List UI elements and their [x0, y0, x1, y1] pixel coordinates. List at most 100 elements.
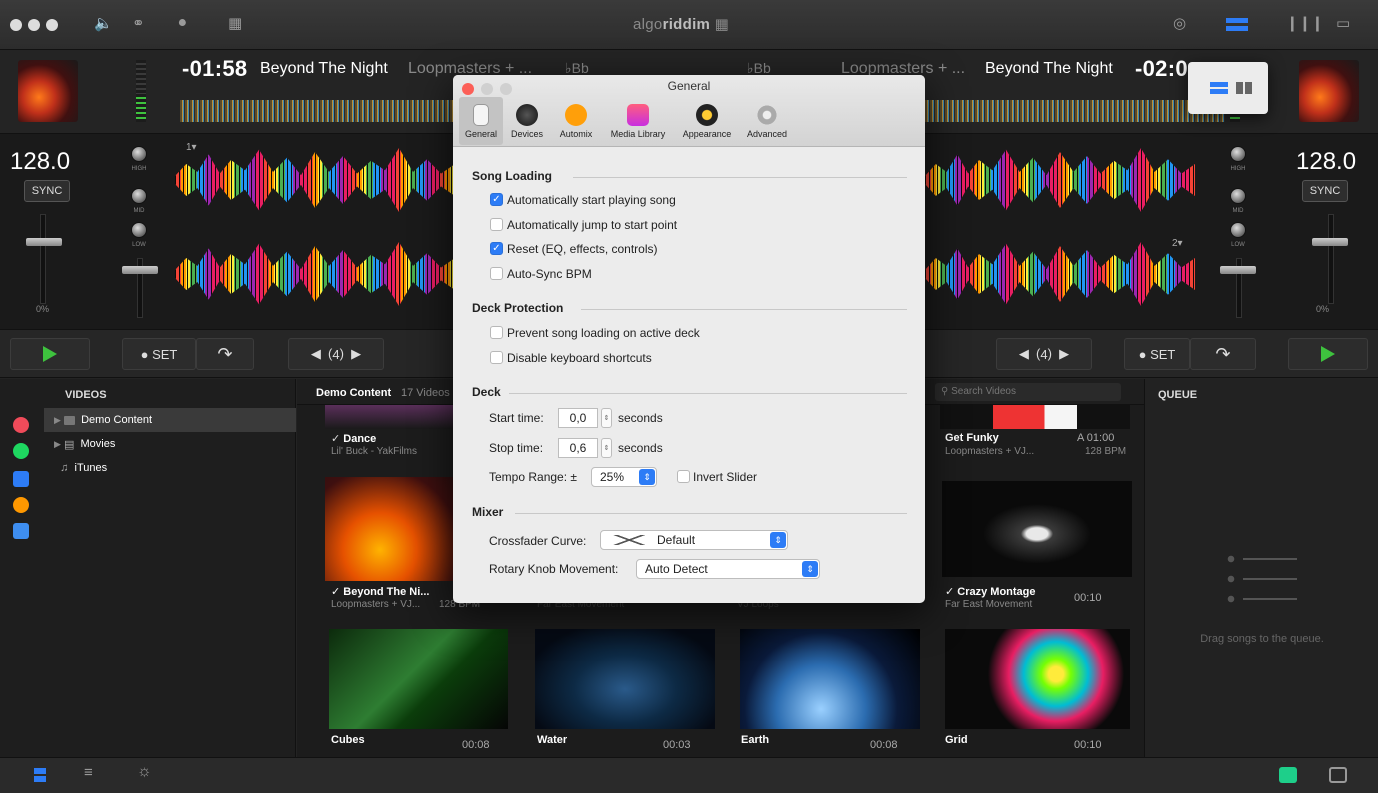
deck2-sync-button[interactable]: SYNC	[1302, 180, 1348, 202]
tile-crazy-thumb[interactable]	[942, 481, 1132, 577]
tile-get-funky-thumb[interactable]	[940, 405, 1130, 429]
tile-beyond-name[interactable]: ✓ Beyond The Ni...	[331, 585, 429, 598]
deck2-play-button[interactable]	[1288, 338, 1368, 370]
tile-grid-thumb[interactable]	[945, 629, 1130, 729]
deck2-artwork[interactable]	[1299, 60, 1359, 122]
deck2-loop-control[interactable]: ◀ (4) ▶	[996, 338, 1092, 370]
tile-water-name[interactable]: Water	[537, 734, 567, 746]
tab-media-library[interactable]: Media Library	[601, 97, 675, 145]
start-time-field[interactable]: 0,0	[558, 408, 598, 428]
volume-icon[interactable]: 🔈	[94, 14, 113, 32]
deck2-eq-low-knob[interactable]	[1230, 222, 1246, 238]
tile-crazy-name[interactable]: ✓ Crazy Montage	[945, 585, 1036, 598]
tab-advanced[interactable]: Advanced	[739, 97, 795, 145]
finder-icon[interactable]	[13, 523, 29, 539]
checkbox-invert-slider[interactable]	[677, 470, 690, 483]
checkbox-prevent-loading[interactable]	[490, 326, 503, 339]
tile-get-funky-name[interactable]: Get Funky	[945, 432, 999, 444]
label-auto-play[interactable]: Automatically start playing song	[507, 193, 676, 207]
layout-list-icon[interactable]	[1226, 18, 1248, 32]
tile-earth-thumb[interactable]	[740, 629, 920, 729]
label-auto-jump[interactable]: Automatically jump to start point	[507, 218, 677, 232]
library-view-icon[interactable]	[34, 768, 46, 784]
label-disable-shortcuts[interactable]: Disable keyboard shortcuts	[507, 351, 652, 365]
headphones-icon[interactable]: ⚭	[132, 14, 145, 32]
record-icon[interactable]: ◎	[1173, 14, 1186, 32]
start-time-stepper[interactable]: ⇕	[601, 408, 612, 428]
deck1-overview-waveform[interactable]	[180, 100, 460, 122]
tile-cubes-thumb[interactable]	[329, 629, 508, 729]
tile-water-thumb[interactable]	[535, 629, 715, 729]
deck1-eq-mid-knob[interactable]	[131, 188, 147, 204]
checkbox-auto-play[interactable]: ✓	[490, 193, 503, 206]
screen-icon[interactable]: ▭	[1336, 14, 1350, 32]
sidebar-item-movies[interactable]: ▶ ▤ Movies	[44, 432, 296, 456]
spotify-icon[interactable]	[13, 443, 29, 459]
tab-automix[interactable]: Automix	[551, 97, 601, 145]
deck1-waveform[interactable]	[175, 148, 455, 212]
tile-cubes-name[interactable]: Cubes	[331, 734, 365, 746]
deck1-eq-high-knob[interactable]	[131, 146, 147, 162]
deck2-eq-high-knob[interactable]	[1230, 146, 1246, 162]
search-input[interactable]: ⚲ Search Videos	[935, 383, 1121, 401]
brightness-icon[interactable]: ☼	[137, 763, 152, 781]
deck2-waveform[interactable]	[925, 148, 1195, 212]
deck1-loop-control[interactable]: ◀ (4) ▶	[288, 338, 384, 370]
tile-grid-name[interactable]: Grid	[945, 734, 968, 746]
deck1-play-button[interactable]	[10, 338, 90, 370]
tile-dance-name[interactable]: ✓ Dance	[331, 432, 376, 445]
deck1-pitch-handle[interactable]	[26, 238, 62, 246]
minimize-dot[interactable]	[28, 19, 40, 31]
tempo-range-select[interactable]: 25% ⇕	[591, 467, 657, 487]
deck1-artwork[interactable]	[18, 60, 78, 122]
deck2-eq-mid-knob[interactable]	[1230, 188, 1246, 204]
tab-appearance[interactable]: Appearance	[675, 97, 739, 145]
columns-icon[interactable]: ❙❙❙	[1286, 14, 1324, 32]
history-icon[interactable]	[13, 497, 29, 513]
checkbox-auto-sync[interactable]	[490, 267, 503, 280]
rotary-knob-select[interactable]: Auto Detect ⇕	[636, 559, 820, 579]
layout-split-icon[interactable]	[1236, 82, 1252, 94]
deck1-cue-label[interactable]: 1▾	[186, 142, 197, 153]
checkbox-auto-jump[interactable]	[490, 218, 503, 231]
close-dot[interactable]	[10, 19, 22, 31]
videos-icon[interactable]	[13, 471, 29, 487]
zoom-dot[interactable]	[46, 19, 58, 31]
crossfader-curve-select[interactable]: Default ⇕	[600, 530, 788, 550]
deck1-bounce-button[interactable]: ↷	[196, 338, 254, 370]
stop-time-stepper[interactable]: ⇕	[601, 438, 612, 458]
deck2-overview-waveform[interactable]	[925, 100, 1225, 122]
deck2-bounce-button[interactable]: ↷	[1190, 338, 1256, 370]
deck1-bpm[interactable]: 128.0	[10, 148, 70, 176]
tile-earth-name[interactable]: Earth	[741, 734, 769, 746]
tab-general[interactable]: General	[459, 97, 503, 145]
microphone-icon[interactable]: ⚫	[176, 14, 189, 32]
checkbox-disable-shortcuts[interactable]	[490, 351, 503, 364]
deck1-volume-handle[interactable]	[122, 266, 158, 274]
grid-icon[interactable]: ▦	[228, 14, 242, 32]
panel-view-icon[interactable]	[1329, 767, 1347, 783]
deck2-bpm[interactable]: 128.0	[1296, 148, 1356, 176]
checkbox-reset[interactable]: ✓	[490, 242, 503, 255]
deck2-pitch-handle[interactable]	[1312, 238, 1348, 246]
tab-devices[interactable]: Devices	[505, 97, 549, 145]
label-invert-slider[interactable]: Invert Slider	[693, 470, 757, 484]
sidebar-item-itunes[interactable]: ♫ iTunes	[44, 456, 296, 480]
layout-stacked-icon[interactable]	[1210, 82, 1228, 94]
deck2-volume-handle[interactable]	[1220, 266, 1256, 274]
automix-icon[interactable]: ≡	[84, 764, 93, 781]
deck1-waveform-lower[interactable]	[175, 242, 455, 306]
deck2-waveform-lower[interactable]	[925, 242, 1195, 306]
deck1-eq-low-knob[interactable]	[131, 222, 147, 238]
music-icon[interactable]	[13, 417, 29, 433]
stop-time-field[interactable]: 0,6	[558, 438, 598, 458]
deck2-set-button[interactable]: ● SET	[1124, 338, 1190, 370]
deck1-sync-button[interactable]: SYNC	[24, 180, 70, 202]
list-view-icon[interactable]	[1279, 767, 1297, 783]
deck2-cue-label[interactable]: 2▾	[1172, 238, 1183, 249]
deck1-set-button[interactable]: ● SET	[122, 338, 196, 370]
label-auto-sync[interactable]: Auto-Sync BPM	[507, 267, 592, 281]
label-prevent-loading[interactable]: Prevent song loading on active deck	[507, 326, 700, 340]
sidebar-item-demo-content[interactable]: ▶ Demo Content	[44, 408, 296, 432]
label-reset[interactable]: Reset (EQ, effects, controls)	[507, 242, 658, 256]
